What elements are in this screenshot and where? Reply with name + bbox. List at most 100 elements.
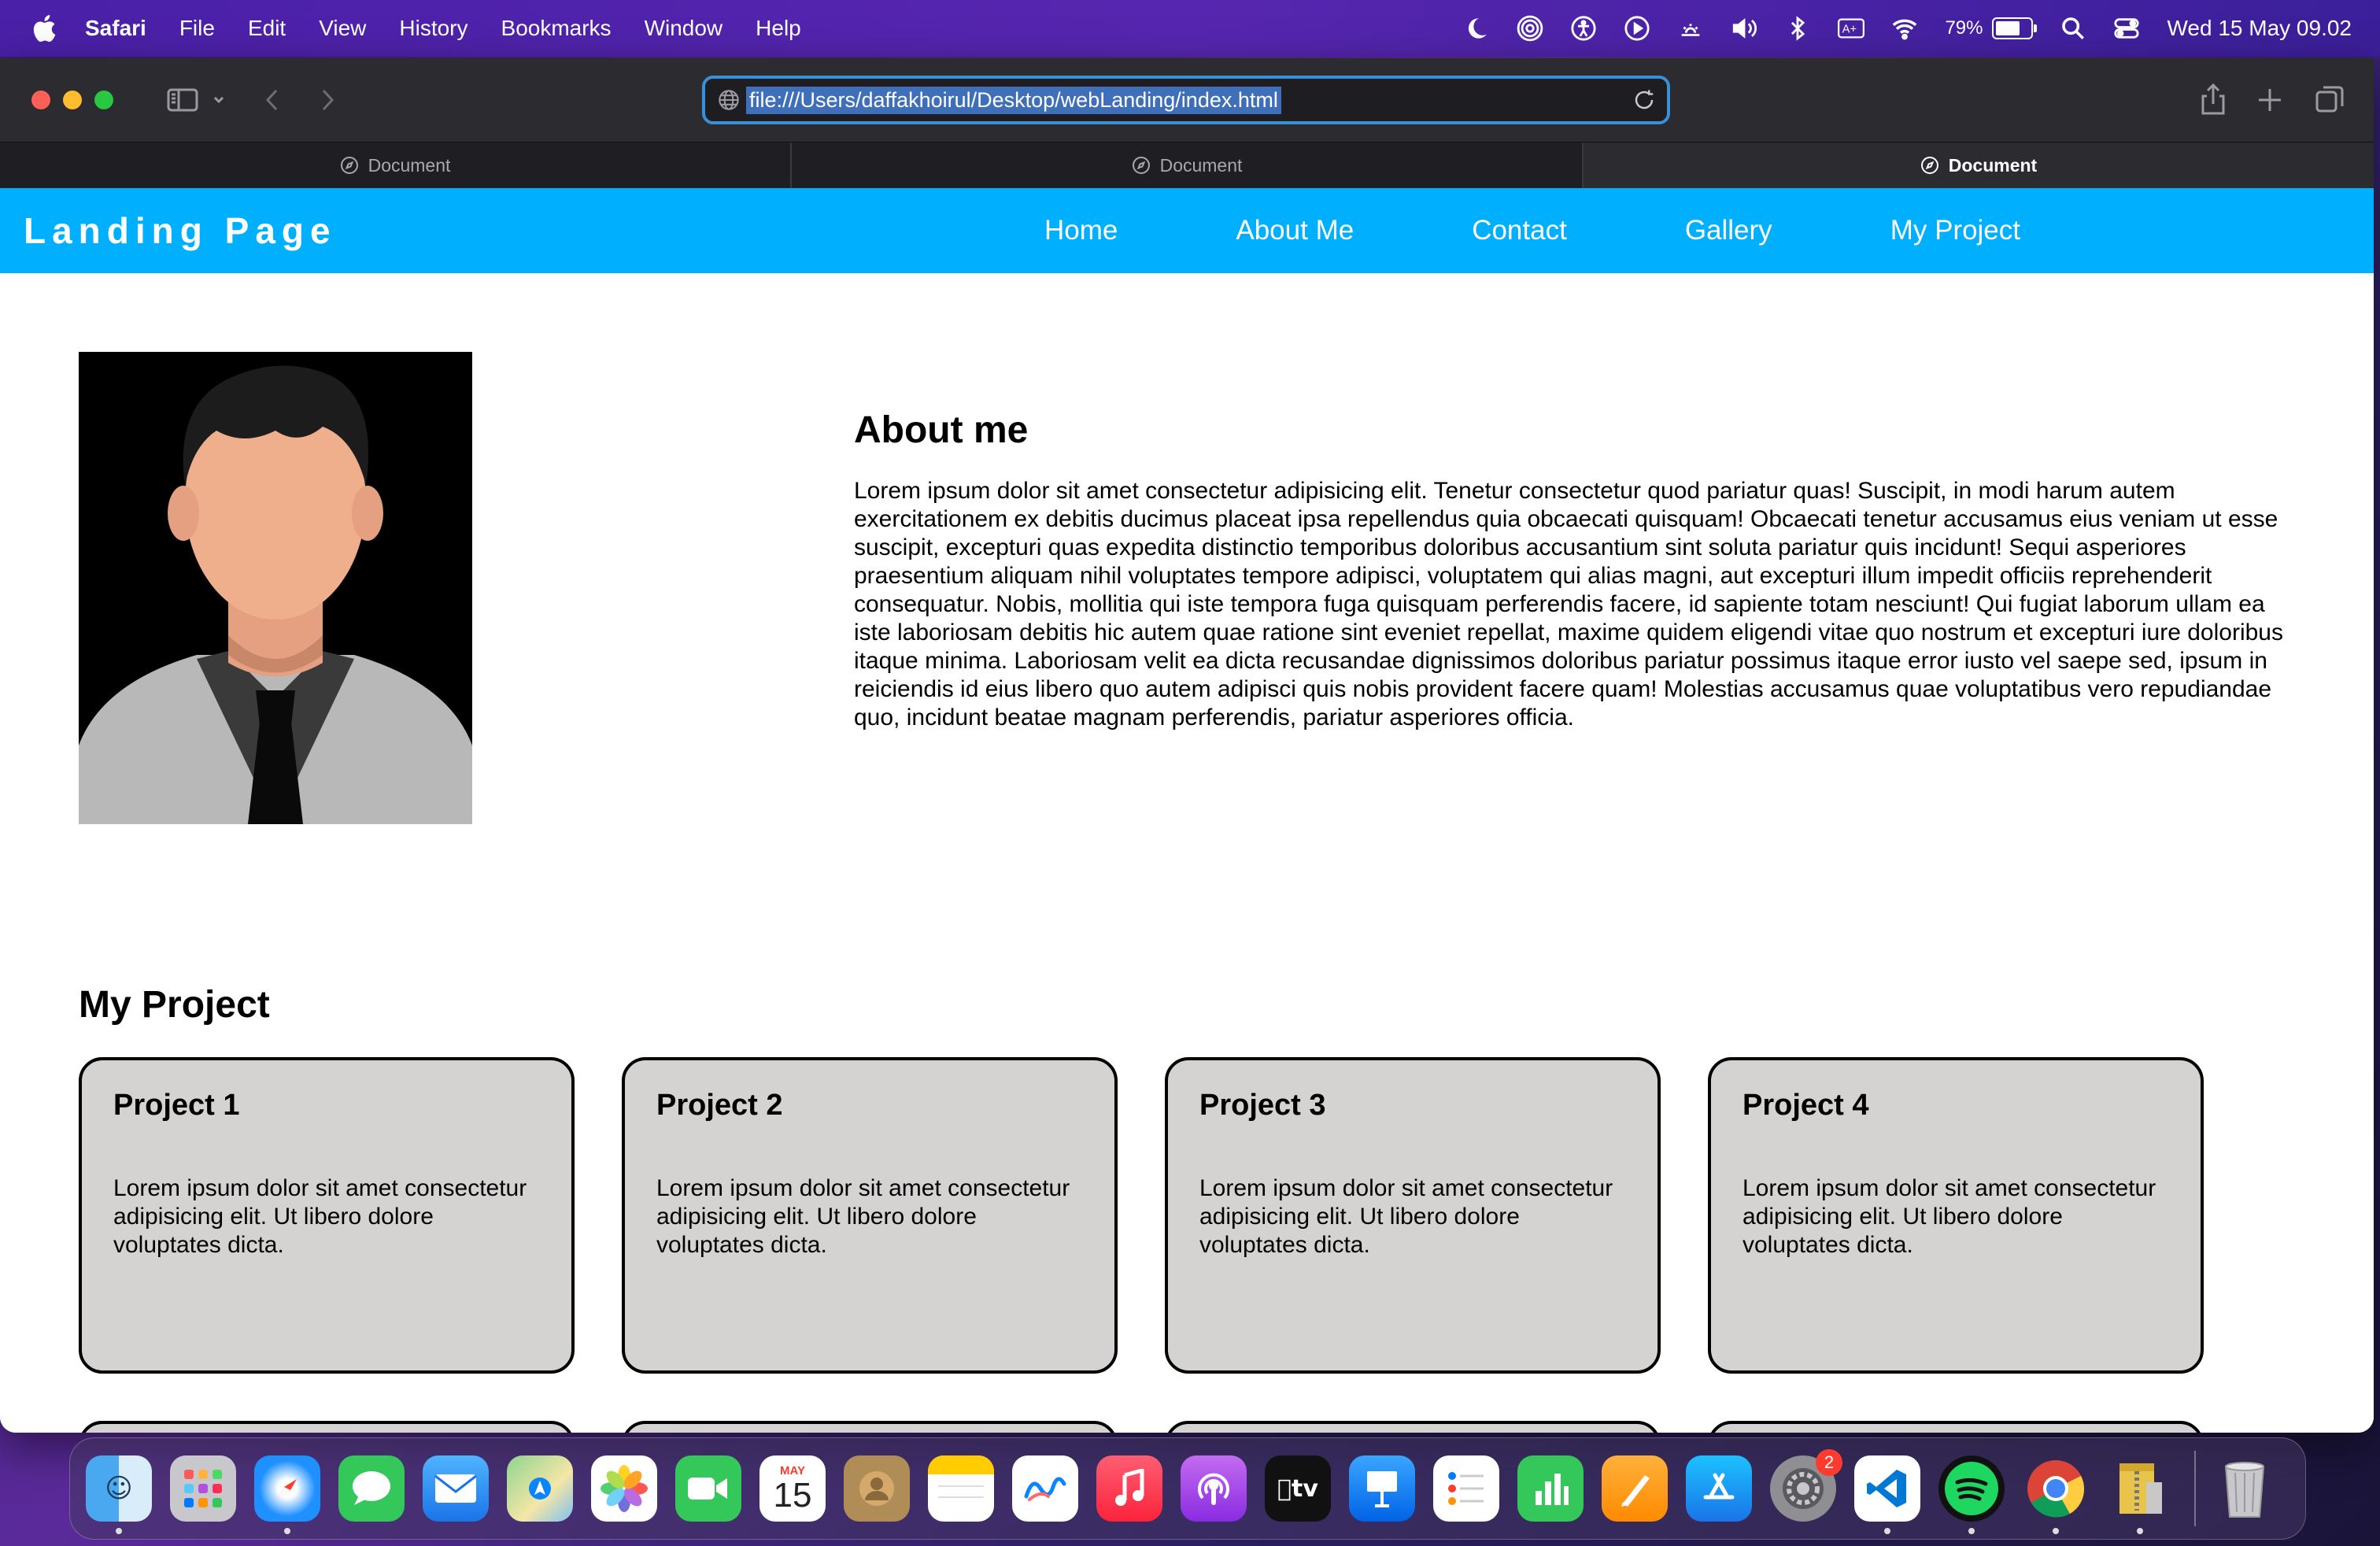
display-brightness-icon[interactable] bbox=[1677, 15, 1704, 42]
project-card-partial[interactable] bbox=[1708, 1421, 2204, 1433]
window-controls bbox=[31, 91, 126, 109]
running-indicator bbox=[284, 1528, 290, 1534]
share-icon[interactable] bbox=[2199, 82, 2227, 117]
url-text[interactable]: file:///Users/daffakhoirul/Desktop/webLa… bbox=[746, 86, 1281, 114]
project-card-2[interactable]: Project 2 Lorem ipsum dolor sit amet con… bbox=[622, 1057, 1118, 1374]
back-icon[interactable] bbox=[263, 87, 282, 113]
tab-overview-icon[interactable] bbox=[2314, 84, 2345, 116]
launchpad-icon[interactable] bbox=[170, 1455, 236, 1522]
freeform-icon[interactable] bbox=[1012, 1455, 1078, 1522]
volume-icon[interactable] bbox=[1731, 15, 1757, 42]
project-card-body: Lorem ipsum dolor sit amet consectetur a… bbox=[1743, 1175, 2156, 1258]
menu-window[interactable]: Window bbox=[645, 16, 723, 41]
site-brand[interactable]: Landing Page bbox=[24, 209, 337, 252]
app-store-icon[interactable] bbox=[1686, 1455, 1752, 1522]
numbers-icon[interactable] bbox=[1517, 1455, 1584, 1522]
menu-view[interactable]: View bbox=[319, 16, 366, 41]
menu-file[interactable]: File bbox=[179, 16, 215, 41]
close-window-button[interactable] bbox=[31, 91, 50, 109]
menu-clock[interactable]: Wed 15 May 09.02 bbox=[2167, 16, 2352, 41]
svg-text:A+: A+ bbox=[1842, 24, 1857, 36]
menu-bookmarks[interactable]: Bookmarks bbox=[501, 16, 612, 41]
tab-label: Document bbox=[1159, 154, 1243, 176]
globe-icon bbox=[719, 90, 739, 110]
nav-home-link[interactable]: Home bbox=[1044, 215, 1118, 246]
project-card-3[interactable]: Project 3 Lorem ipsum dolor sit amet con… bbox=[1165, 1057, 1661, 1374]
calendar-icon[interactable]: MAY 15 bbox=[759, 1455, 826, 1522]
about-text-block: About me Lorem ipsum dolor sit amet cons… bbox=[854, 409, 2294, 732]
sidebar-toggle-icon[interactable] bbox=[167, 87, 198, 113]
compass-icon bbox=[1132, 157, 1150, 174]
menu-help[interactable]: Help bbox=[756, 16, 801, 41]
project-card-4[interactable]: Project 4 Lorem ipsum dolor sit amet con… bbox=[1708, 1057, 2204, 1374]
project-card-body: Lorem ipsum dolor sit amet consectetur a… bbox=[1199, 1175, 1613, 1258]
tab-document-3-active[interactable]: Document bbox=[1584, 142, 2374, 188]
reload-icon[interactable] bbox=[1632, 88, 1656, 112]
dock-separator bbox=[2194, 1451, 2196, 1526]
archive-utility-icon[interactable] bbox=[2107, 1455, 2173, 1534]
finder-icon[interactable]: ☺ bbox=[86, 1455, 152, 1534]
apple-tv-icon[interactable]: tv bbox=[1265, 1455, 1331, 1522]
site-navbar: Landing Page Home About Me Contact Galle… bbox=[0, 188, 2374, 273]
control-center-icon[interactable] bbox=[2113, 15, 2140, 42]
menu-app-name[interactable]: Safari bbox=[85, 16, 146, 41]
address-bar[interactable]: file:///Users/daffakhoirul/Desktop/webLa… bbox=[702, 76, 1670, 124]
music-icon[interactable] bbox=[1096, 1455, 1162, 1522]
photos-icon[interactable] bbox=[591, 1455, 657, 1522]
nav-gallery-link[interactable]: Gallery bbox=[1685, 215, 1772, 246]
wifi-icon[interactable] bbox=[1891, 15, 1918, 42]
tab-document-1[interactable]: Document bbox=[0, 142, 792, 188]
airdrop-icon[interactable] bbox=[1517, 15, 1543, 42]
keynote-icon[interactable] bbox=[1349, 1455, 1415, 1522]
project-card-partial[interactable] bbox=[1165, 1421, 1661, 1433]
notes-icon[interactable] bbox=[928, 1455, 994, 1522]
chrome-icon[interactable] bbox=[2023, 1455, 2089, 1534]
system-settings-icon[interactable]: 2 bbox=[1770, 1449, 1842, 1522]
nav-contact-link[interactable]: Contact bbox=[1472, 215, 1567, 246]
project-card-title: Project 3 bbox=[1199, 1089, 1326, 1122]
maps-icon[interactable] bbox=[507, 1455, 573, 1522]
reminders-icon[interactable] bbox=[1433, 1455, 1499, 1522]
nav-about-me-link[interactable]: About Me bbox=[1236, 215, 1354, 246]
focus-moon-icon[interactable] bbox=[1463, 15, 1490, 42]
sidebar-menu-chevron-icon[interactable] bbox=[211, 92, 227, 108]
project-card-title: Project 1 bbox=[113, 1089, 240, 1122]
menu-edit[interactable]: Edit bbox=[248, 16, 286, 41]
pages-icon[interactable] bbox=[1602, 1455, 1668, 1522]
tab-label: Document bbox=[368, 154, 451, 176]
browser-toolbar: file:///Users/daffakhoirul/Desktop/webLa… bbox=[0, 58, 2374, 142]
safari-icon[interactable] bbox=[254, 1455, 320, 1534]
messages-icon[interactable] bbox=[338, 1455, 405, 1522]
spotify-icon[interactable] bbox=[1938, 1455, 2005, 1534]
contacts-icon[interactable] bbox=[844, 1455, 910, 1522]
compass-icon bbox=[1920, 157, 1938, 174]
forward-icon[interactable] bbox=[318, 87, 337, 113]
safari-window: file:///Users/daffakhoirul/Desktop/webLa… bbox=[0, 58, 2374, 1433]
tab-document-2[interactable]: Document bbox=[792, 142, 1584, 188]
now-playing-icon[interactable] bbox=[1624, 15, 1650, 42]
vscode-icon[interactable] bbox=[1854, 1455, 1920, 1534]
battery-icon[interactable] bbox=[1992, 17, 2038, 39]
facetime-icon[interactable] bbox=[675, 1455, 741, 1522]
new-tab-icon[interactable] bbox=[2256, 86, 2284, 114]
accessibility-icon[interactable] bbox=[1570, 15, 1597, 42]
apple-menu-icon[interactable] bbox=[30, 13, 57, 44]
minimize-window-button[interactable] bbox=[63, 91, 82, 109]
project-card-1[interactable]: Project 1 Lorem ipsum dolor sit amet con… bbox=[79, 1057, 575, 1374]
trash-icon[interactable] bbox=[2212, 1455, 2278, 1522]
tab-label: Document bbox=[1948, 154, 2038, 176]
bluetooth-icon[interactable] bbox=[1784, 15, 1811, 42]
project-card-partial[interactable] bbox=[79, 1421, 575, 1433]
project-card-partial[interactable] bbox=[622, 1421, 1118, 1433]
menu-history[interactable]: History bbox=[399, 16, 468, 41]
spotlight-search-icon[interactable] bbox=[2060, 15, 2086, 42]
running-indicator bbox=[116, 1528, 122, 1534]
text-size-icon[interactable]: A+ bbox=[1838, 15, 1865, 42]
projects-title: My Project bbox=[79, 984, 270, 1026]
running-indicator bbox=[2137, 1528, 2143, 1534]
mail-icon[interactable] bbox=[423, 1455, 489, 1522]
battery-level bbox=[1996, 21, 2020, 35]
nav-my-project-link[interactable]: My Project bbox=[1890, 215, 2020, 246]
podcasts-icon[interactable] bbox=[1181, 1455, 1247, 1522]
zoom-window-button[interactable] bbox=[94, 91, 113, 109]
